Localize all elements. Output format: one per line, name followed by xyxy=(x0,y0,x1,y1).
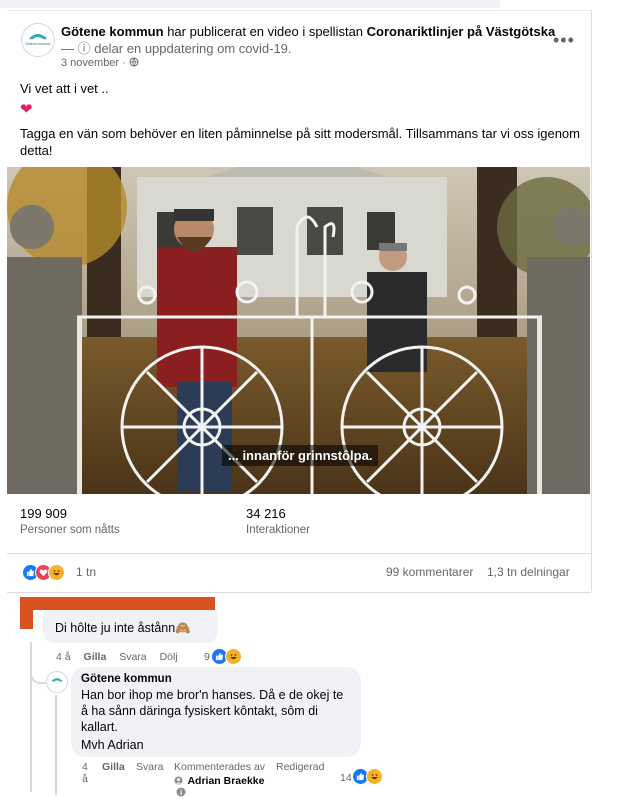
comment-time[interactable]: 4 å xyxy=(56,651,71,663)
reactions-count[interactable]: 1 tn xyxy=(76,565,96,579)
comment-text: Di hôlte ju inte åstånn🙈 xyxy=(55,621,191,635)
redaction-name xyxy=(30,597,215,610)
top-bar xyxy=(0,0,500,8)
globe-icon xyxy=(129,57,139,67)
reach-value: 199 909 xyxy=(20,506,67,521)
edited-label[interactable]: Redigerad xyxy=(276,761,324,773)
logo-text: Götene kommun xyxy=(25,42,50,46)
reply-reactions-count[interactable]: 14 xyxy=(340,772,352,784)
info-icon[interactable] xyxy=(176,784,186,802)
reply-like-label: Gilla xyxy=(102,761,125,773)
video-player[interactable]: ... innanför grinnstôlpa. xyxy=(7,167,590,494)
commenter-name[interactable]: Adrian Braekke xyxy=(187,775,264,787)
reply-line3: kallart. xyxy=(81,720,118,734)
playlist-link[interactable]: Coronariktlinjer på Västgötska xyxy=(367,24,556,39)
footer-divider xyxy=(7,592,591,593)
reply-connector xyxy=(30,660,46,684)
commenter-info[interactable]: Adrian Braekke xyxy=(174,771,265,789)
covid-info-text: — ⓘ delar en uppdatering om covid-19. xyxy=(61,41,292,56)
interactions-label: Interaktioner xyxy=(246,524,310,536)
comment-reply-button[interactable]: Svara xyxy=(119,651,146,663)
interactions-value: 34 216 xyxy=(246,506,286,521)
comment-like-button[interactable]: Gilla xyxy=(84,651,107,663)
reply-line1: Han bor ihop me bror'n hanses. Då e de o… xyxy=(81,688,344,702)
comment-hide-button[interactable]: Dölj xyxy=(160,651,178,663)
comments-count[interactable]: 99 kommentarer xyxy=(386,565,473,579)
shares-count[interactable]: 1,3 tn delningar xyxy=(487,565,570,579)
haha-icon xyxy=(366,768,383,785)
reply-author[interactable]: Götene kommun xyxy=(81,673,172,685)
gotene-logo-icon xyxy=(51,678,63,682)
video-caption: ... innanför grinnstôlpa. xyxy=(222,445,379,466)
reply-avatar[interactable] xyxy=(46,671,68,693)
reply-thread-line xyxy=(55,695,57,795)
post-text-line3: detta! xyxy=(20,143,53,158)
header-action-text: har publicerat en video i spellistan xyxy=(163,24,367,39)
post-text-line2: Tagga en vän som behöver en liten påminn… xyxy=(20,126,580,141)
page-avatar[interactable]: Götene kommun xyxy=(21,23,55,57)
comment-actions: 4 å Gilla Svara Dölj xyxy=(56,651,178,663)
page-name-link[interactable]: Götene kommun xyxy=(61,24,164,39)
post-date[interactable]: 3 november · xyxy=(61,57,139,69)
reply-line2: å ha sånn däringa fysiskert kôntakt, sôm… xyxy=(81,704,318,718)
stats-divider xyxy=(7,553,591,554)
reaction-summary[interactable] xyxy=(22,564,82,581)
post-text-line1: Vi vet att i vet .. xyxy=(20,81,109,96)
reply-line4: Mvh Adrian xyxy=(81,738,144,752)
post-date-text: 3 november · xyxy=(61,57,129,69)
comment-reactions-count[interactable]: 9 xyxy=(204,651,210,663)
reply-reply-button[interactable]: Svara xyxy=(136,761,163,773)
reply-like-button[interactable]: Gilla xyxy=(102,761,125,773)
heart-emoji: ❤ xyxy=(20,101,33,118)
haha-icon xyxy=(225,648,242,665)
post-header-line2: — ⓘ delar en uppdatering om covid-19. xyxy=(61,40,561,57)
post-header: Götene kommun har publicerat en video i … xyxy=(61,23,561,40)
reply-time-unit: å xyxy=(82,773,88,785)
more-options-icon[interactable]: ••• xyxy=(553,30,575,51)
reply-time[interactable]: 4 xyxy=(82,761,88,773)
reach-label: Personer som nåtts xyxy=(20,524,120,536)
gotene-logo-icon: Götene kommun xyxy=(25,34,51,46)
haha-icon xyxy=(48,564,65,581)
